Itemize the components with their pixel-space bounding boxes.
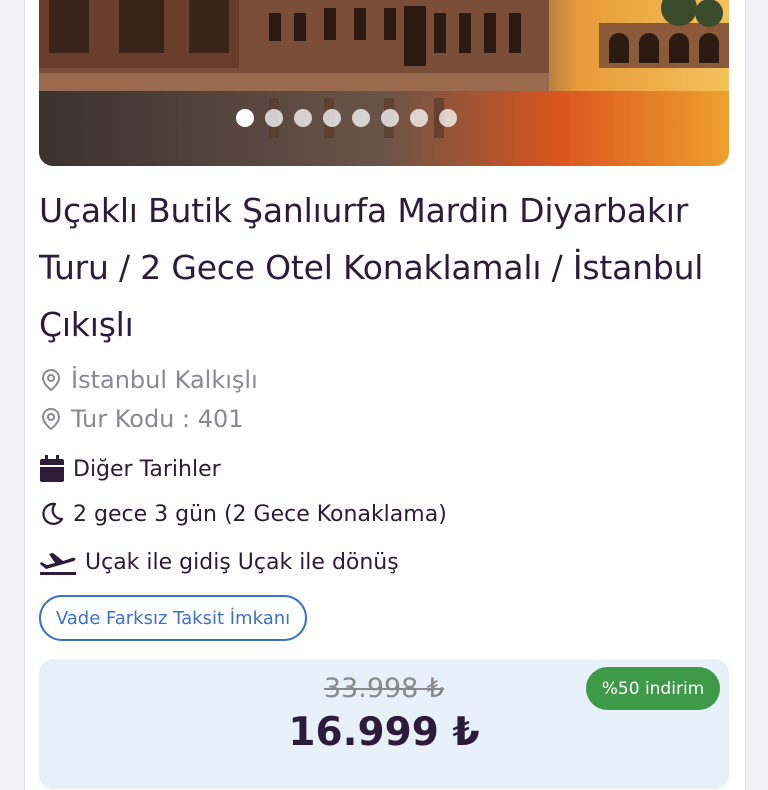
tour-title: Uçaklı Butik Şanlıurfa Mardin Diyarbakır…: [39, 191, 704, 344]
gallery-dot[interactable]: [351, 109, 370, 127]
plane-departure-icon: [39, 548, 77, 576]
other-dates-label: Diğer Tarihler: [73, 456, 221, 482]
location-pin-icon: [39, 407, 63, 431]
gallery-dot[interactable]: [293, 109, 312, 127]
tour-code-label: Tur Kodu : 401: [71, 405, 244, 433]
gallery-dot[interactable]: [438, 109, 457, 127]
moon-icon: [39, 501, 65, 527]
gallery-dot[interactable]: [380, 109, 399, 127]
tour-image-gallery[interactable]: [39, 0, 729, 166]
gallery-pagination: [39, 109, 729, 129]
departure-info: İstanbul Kalkışlı: [39, 366, 258, 394]
other-dates-link[interactable]: Diğer Tarihler: [39, 455, 221, 483]
transport-info: Uçak ile gidiş Uçak ile dönüş: [39, 548, 399, 576]
transport-label: Uçak ile gidiş Uçak ile dönüş: [85, 549, 399, 575]
calendar-icon: [39, 455, 65, 483]
current-price: 16.999 ₺: [288, 710, 480, 755]
gallery-dot[interactable]: [264, 109, 283, 127]
duration-info: 2 gece 3 gün (2 Gece Konaklama): [39, 501, 447, 527]
discount-badge: %50 indirim: [586, 667, 720, 710]
gallery-dot[interactable]: [322, 109, 341, 127]
duration-label: 2 gece 3 gün (2 Gece Konaklama): [73, 501, 447, 527]
location-pin-icon: [39, 368, 63, 392]
installment-option-button[interactable]: Vade Farksız Taksit İmkanı: [39, 595, 307, 641]
tour-photo: [39, 0, 729, 166]
tour-code-info: Tur Kodu : 401: [39, 405, 244, 433]
departure-label: İstanbul Kalkışlı: [71, 366, 258, 394]
gallery-dot[interactable]: [235, 109, 254, 127]
gallery-dot[interactable]: [409, 109, 428, 127]
